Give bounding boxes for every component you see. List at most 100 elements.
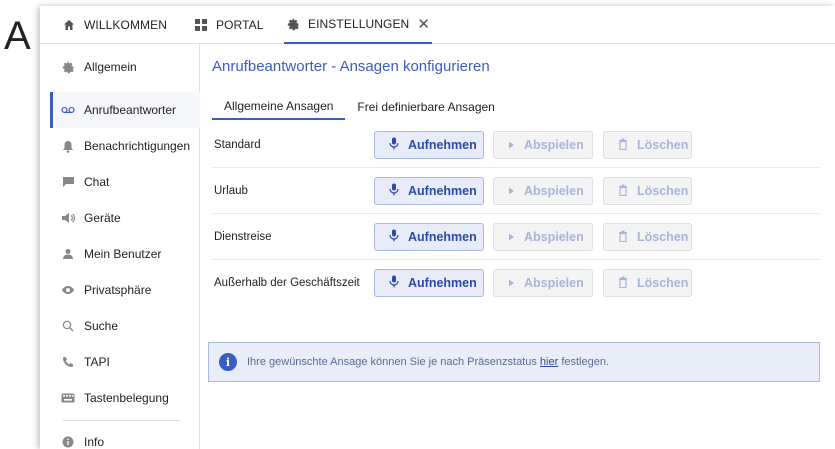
delete-button[interactable]: Löschen [603, 131, 692, 159]
delete-label: Löschen [637, 184, 689, 198]
row-label: Dienstreise [214, 230, 272, 243]
eye-icon [61, 283, 75, 297]
main-content: Anrufbeantworter - Ansagen konfigurieren… [208, 44, 835, 449]
subtab-allgemeine-ansagen[interactable]: Allgemeine Ansagen [212, 94, 346, 120]
play-icon [508, 138, 515, 152]
play-button[interactable]: Abspielen [493, 223, 593, 251]
play-label: Abspielen [524, 138, 584, 152]
info-icon: i [219, 353, 237, 371]
sidebar-item-mein-benutzer[interactable]: Mein Benutzer [50, 236, 200, 272]
announcement-row: Standard Aufnehmen Abspielen Löschen [212, 122, 820, 168]
keyboard-icon [61, 391, 75, 405]
record-button[interactable]: Aufnehmen [374, 177, 484, 205]
sidebar-item-label: TAPI [84, 355, 110, 369]
subtab-bar: Allgemeine Ansagen Frei definierbare Ans… [212, 94, 507, 120]
tab-label: WILLKOMMEN [84, 18, 168, 32]
info-icon [61, 435, 75, 449]
sidebar-item-privatsphaere[interactable]: Privatsphäre [50, 272, 200, 308]
sidebar-item-anrufbeantworter[interactable]: Anrufbeantworter [50, 92, 200, 128]
announcement-row: Außerhalb der Geschäftszeit Aufnehmen Ab… [212, 260, 820, 306]
row-label: Außerhalb der Geschäftszeit [214, 277, 360, 289]
tab-label: PORTAL [216, 18, 264, 32]
sidebar-item-label: Allgemein [84, 60, 137, 74]
trash-icon [618, 230, 628, 245]
delete-label: Löschen [637, 138, 689, 152]
phone-icon [61, 355, 75, 369]
settings-window: WILLKOMMEN PORTAL EINSTELLUNGEN ✕ Allgem… [40, 6, 835, 449]
sidebar-item-benachrichtigungen[interactable]: Benachrichtigungen [50, 128, 200, 164]
close-icon[interactable]: ✕ [417, 15, 430, 33]
sidebar-item-chat[interactable]: Chat [50, 164, 200, 200]
play-label: Abspielen [524, 230, 584, 244]
bell-icon [61, 139, 75, 153]
sidebar-item-label: Suche [84, 319, 119, 333]
sidebar-item-label: Geräte [84, 211, 121, 225]
row-label: Standard [214, 138, 261, 151]
tab-portal[interactable]: PORTAL [194, 6, 264, 44]
voicemail-icon [61, 103, 75, 117]
record-label: Aufnehmen [408, 138, 477, 152]
sidebar-item-label: Mein Benutzer [84, 247, 162, 261]
tab-label: EINSTELLUNGEN [308, 17, 410, 31]
play-button[interactable]: Abspielen [493, 177, 593, 205]
play-label: Abspielen [524, 184, 584, 198]
microphone-icon [389, 183, 399, 199]
trash-icon [618, 184, 628, 199]
microphone-icon [389, 275, 399, 291]
record-button[interactable]: Aufnehmen [374, 269, 484, 297]
play-label: Abspielen [524, 276, 584, 290]
tab-einstellungen[interactable]: EINSTELLUNGEN ✕ [284, 6, 432, 44]
microphone-icon [389, 229, 399, 245]
user-icon [61, 247, 75, 261]
trash-icon [618, 276, 628, 291]
sidebar-item-label: Benachrichtigungen [84, 139, 191, 153]
delete-label: Löschen [637, 230, 689, 244]
info-text: Ihre gewünschte Ansage können Sie je nac… [247, 356, 609, 368]
microphone-icon [389, 137, 399, 153]
announcement-row: Urlaub Aufnehmen Abspielen Löschen [212, 168, 820, 214]
speaker-icon [61, 211, 75, 225]
chat-icon [61, 175, 75, 189]
record-label: Aufnehmen [408, 276, 477, 290]
presence-link[interactable]: hier [540, 356, 558, 368]
trash-icon [618, 138, 628, 153]
sidebar-item-label: Tastenbelegung [84, 391, 169, 405]
play-icon [508, 184, 515, 198]
play-button[interactable]: Abspielen [493, 131, 593, 159]
row-label: Urlaub [214, 184, 248, 197]
search-icon [61, 319, 75, 333]
sidebar-item-tapi[interactable]: TAPI [50, 344, 200, 380]
sidebar-item-suche[interactable]: Suche [50, 308, 200, 344]
record-button[interactable]: Aufnehmen [374, 223, 484, 251]
tab-willkommen[interactable]: WILLKOMMEN [62, 6, 167, 44]
record-label: Aufnehmen [408, 230, 477, 244]
sidebar-item-allgemein[interactable]: Allgemein [50, 49, 200, 85]
sidebar-item-label: Anrufbeantworter [84, 103, 177, 117]
sidebar-item-label: Chat [84, 175, 110, 189]
info-text-after: festlegen. [558, 356, 610, 368]
announcement-list: Standard Aufnehmen Abspielen Löschen Url… [212, 122, 820, 306]
top-tab-bar: WILLKOMMEN PORTAL EINSTELLUNGEN ✕ [40, 6, 835, 44]
delete-button[interactable]: Löschen [603, 223, 692, 251]
play-icon [508, 230, 515, 244]
sidebar-item-label: Info [84, 435, 105, 449]
delete-button[interactable]: Löschen [603, 269, 692, 297]
play-button[interactable]: Abspielen [493, 269, 593, 297]
sidebar-divider [62, 420, 180, 421]
grid-icon [194, 18, 208, 32]
delete-label: Löschen [637, 276, 689, 290]
sidebar-item-label: Privatsphäre [84, 283, 152, 297]
record-button[interactable]: Aufnehmen [374, 131, 484, 159]
info-text-before: Ihre gewünschte Ansage können Sie je nac… [247, 356, 540, 368]
sidebar: Allgemein Anrufbeantworter Benachrichtig… [40, 44, 200, 449]
sidebar-item-tastenbelegung[interactable]: Tastenbelegung [50, 380, 200, 416]
sidebar-item-geraete[interactable]: Geräte [50, 200, 200, 236]
gear-icon [286, 17, 300, 31]
announcement-row: Dienstreise Aufnehmen Abspielen Löschen [212, 214, 820, 260]
sidebar-item-info[interactable]: Info [50, 424, 200, 449]
page-title: Anrufbeantworter - Ansagen konfigurieren [212, 58, 490, 75]
home-icon [62, 18, 76, 32]
delete-button[interactable]: Löschen [603, 177, 692, 205]
subtab-frei-definierbare-ansagen[interactable]: Frei definierbare Ansagen [345, 94, 506, 120]
gear-icon [61, 60, 75, 74]
